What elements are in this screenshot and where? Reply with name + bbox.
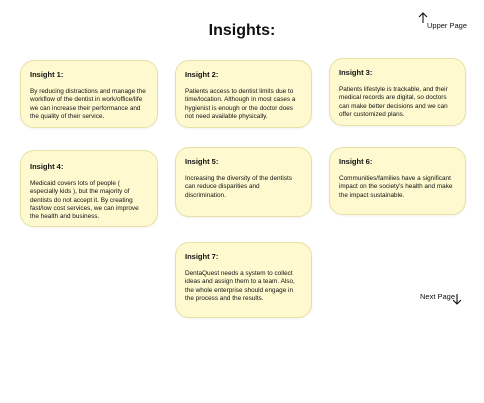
insight-title: Insight 5: <box>185 157 219 166</box>
insight-card-5: Insight 5: Increasing the diversity of t… <box>175 147 312 217</box>
insight-body: DentaQuest needs a system to collect ide… <box>185 270 295 302</box>
arrow-down-icon[interactable] <box>452 293 462 305</box>
next-page-link[interactable]: Next Page <box>420 292 455 301</box>
insight-card-2: Insight 2: Patients access to dentist li… <box>175 60 312 128</box>
insight-title: Insight 1: <box>30 70 64 79</box>
insight-title: Insight 3: <box>339 68 373 77</box>
page-title: Insights: <box>208 22 276 39</box>
insight-card-7: Insight 7: DentaQuest needs a system to … <box>175 242 312 318</box>
insight-body: Medicaid covers lots of people ( especia… <box>30 180 139 221</box>
upper-page-link[interactable]: Upper Page <box>427 21 467 30</box>
insight-body: Communities/families have a significant … <box>339 175 453 199</box>
insight-card-3: Insight 3: Patients lifestyle is trackab… <box>329 58 466 126</box>
insight-title: Insight 6: <box>339 157 373 166</box>
insight-body: Patients access to dentist limits due to… <box>185 88 296 120</box>
insight-card-6: Insight 6: Communities/families have a s… <box>329 147 466 215</box>
insight-card-1: Insight 1: By reducing distractions and … <box>20 60 158 128</box>
insight-body: Increasing the diversity of the dentists… <box>185 175 292 199</box>
insight-body: By reducing distractions and manage the … <box>30 88 146 120</box>
insight-title: Insight 7: <box>185 252 219 261</box>
insight-title: Insight 4: <box>30 162 64 171</box>
insight-card-4: Insight 4: Medicaid covers lots of peopl… <box>20 150 158 227</box>
insight-body: Patients lifestyle is trackable, and the… <box>339 86 448 118</box>
insight-title: Insight 2: <box>185 70 219 79</box>
insights-page: Insights: Upper Page Next Page Insight 1… <box>0 0 484 403</box>
